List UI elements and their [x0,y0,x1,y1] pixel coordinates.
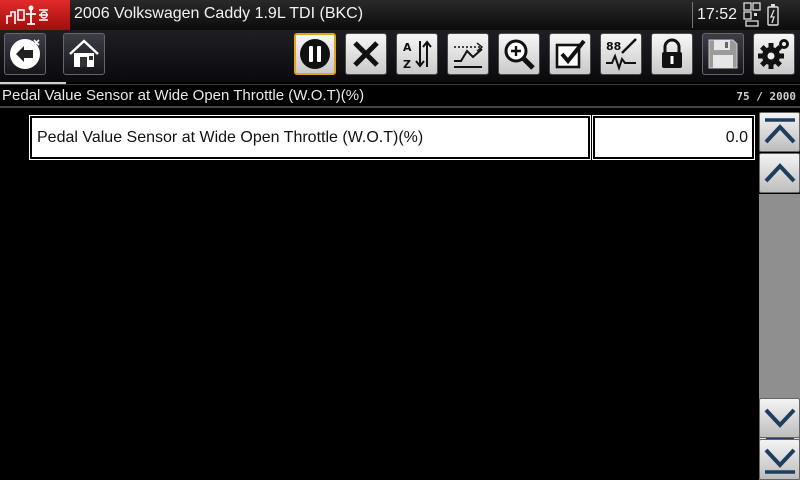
title-bar: 2006 Volkswagen Caddy 1.9L TDI (BKC) 17:… [0,0,800,30]
scroll-up-button[interactable] [759,153,800,193]
home-button[interactable] [63,33,105,75]
back-button[interactable] [4,33,46,75]
pid-value-cell: 0.0 [592,115,755,160]
title-separator [692,2,693,28]
save-button[interactable] [702,33,744,75]
scroll-down-icon [764,408,795,428]
clear-button[interactable] [345,33,387,75]
svg-text:88: 88 [606,40,621,53]
graph-button[interactable] [447,33,489,75]
settings-gear-icon [758,39,789,69]
scroll-top-button[interactable] [759,112,800,152]
status-icons [742,1,800,29]
units-button[interactable]: 88 [600,33,642,75]
header-divider [0,106,800,108]
select-button[interactable] [549,33,591,75]
sort-button[interactable]: A Z [396,33,438,75]
zoom-button[interactable] [498,33,540,75]
pid-name-cell: Pedal Value Sensor at Wide Open Throttle… [29,115,591,160]
selected-pid-title: Pedal Value Sensor at Wide Open Throttle… [2,87,365,104]
scroll-bottom-button[interactable] [759,439,800,480]
toolbar: A Z 88 [0,30,800,82]
pause-button[interactable] [294,33,336,75]
zoom-in-icon [504,39,535,70]
sort-az-icon: A Z [403,40,432,71]
pid-count: 75 / 2000 [736,90,796,103]
pause-icon [300,39,330,69]
checkbox-icon [555,39,586,69]
close-x-icon [353,41,379,67]
svg-text:Z: Z [403,58,411,71]
qr-code-icon [743,2,761,27]
graph-view-icon [454,42,484,68]
settings-button[interactable] [753,33,795,75]
units-toggle-icon: 88 [606,38,637,71]
toolbar-divider [0,84,800,85]
scrollbar[interactable] [759,112,800,480]
scroll-down-button[interactable] [759,398,800,438]
lock-icon [662,38,682,68]
scroll-top-icon [764,118,795,144]
clock: 17:52 [697,6,738,23]
battery-icon [767,4,779,26]
svg-text:A: A [403,41,412,54]
scroll-bottom-icon [764,448,795,474]
home-icon [69,39,99,67]
scroll-up-icon [764,163,795,183]
lock-button[interactable] [651,33,693,75]
scanner-logo-icon [0,0,70,30]
vehicle-title: 2006 Volkswagen Caddy 1.9L TDI (BKC) [74,5,364,22]
table-row[interactable]: Pedal Value Sensor at Wide Open Throttle… [29,115,755,160]
save-disk-icon [708,39,738,69]
back-arrow-icon [10,39,40,69]
